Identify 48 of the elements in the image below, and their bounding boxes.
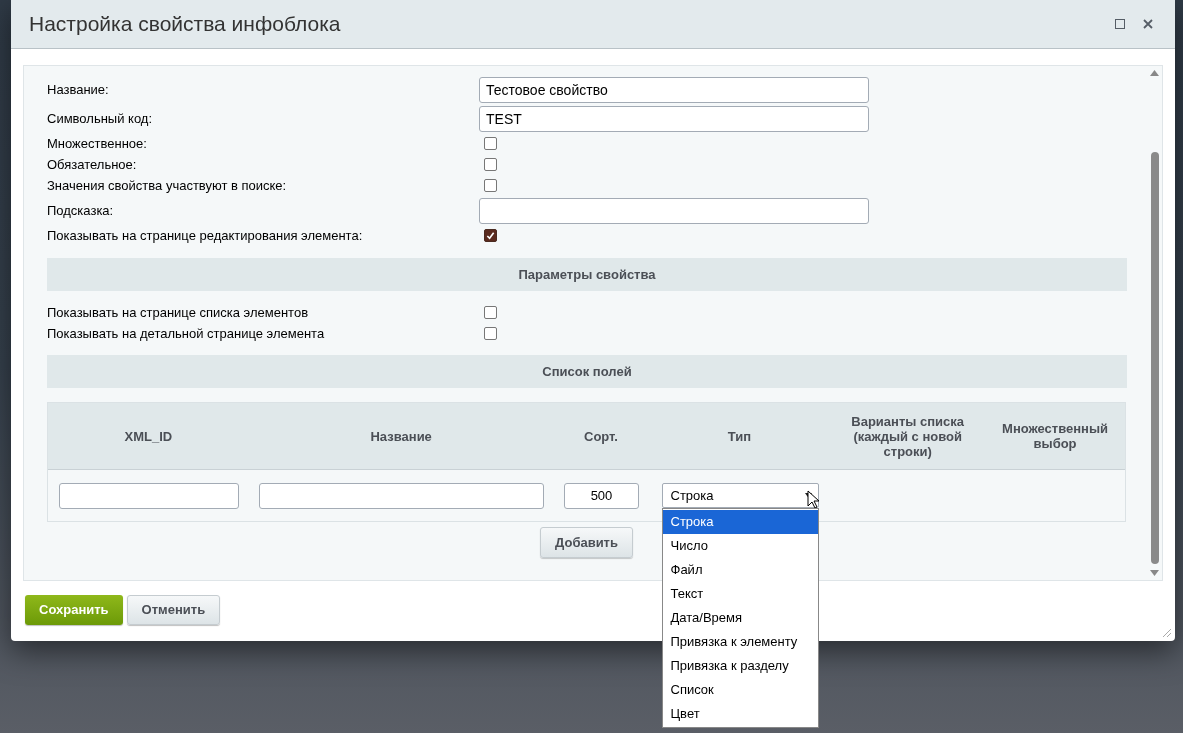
name-field[interactable] [259,482,544,509]
dropdown-option[interactable]: Число [662,534,818,558]
column-header: Множественный выбор [1001,421,1110,451]
field-label: Показывать на странице списка элементов [47,303,310,322]
close-icon[interactable] [1143,19,1153,29]
field-label: Значения свойства участвуют в поиске: [47,176,288,195]
section-header: Список полей [47,355,1127,388]
xml-id-field[interactable] [58,482,239,509]
dropdown-option[interactable]: Привязка к элементу [662,630,818,654]
dropdown-option[interactable]: Текст [662,582,818,606]
window-title: Настройка свойства инфоблока [29,11,342,38]
checkbox[interactable] [484,306,497,319]
checkbox[interactable] [484,179,497,192]
resize-grip-icon[interactable] [1162,628,1172,638]
add-button[interactable]: Добавить [540,527,633,558]
field-label: Множественное: [47,134,148,153]
scroll-up-icon[interactable] [1150,70,1159,76]
checkbox[interactable] [484,158,497,171]
dropdown-option[interactable]: Привязка к разделу [662,654,818,678]
cancel-button[interactable]: Отменить [126,595,221,625]
text-field[interactable] [479,197,869,224]
sort-field[interactable]: 500 [564,482,639,509]
checkmark-icon [486,231,495,240]
field-label: Показывать на детальной странице элемента [47,324,326,343]
dropdown-option[interactable]: Дата/Время [662,606,818,630]
scroll-down-icon[interactable] [1150,570,1159,576]
text-field[interactable]: Тестовое свойство [479,76,869,103]
column-header: Тип [726,428,752,444]
checkbox[interactable] [484,137,497,150]
dropdown-option[interactable]: Строка [662,510,818,534]
checkbox[interactable] [484,327,497,340]
maximize-button[interactable] [1115,19,1125,29]
type-select[interactable]: Строка [661,483,819,508]
column-header: Название [369,428,433,444]
dropdown-option[interactable]: Список [662,678,818,702]
field-label: Показывать на странице редактирования элемента: [47,226,364,245]
dropdown-option[interactable]: Цвет [662,702,818,726]
field-label: Символьный код: [47,109,154,128]
column-header: XML_ID [123,428,174,444]
checkbox[interactable] [484,229,497,242]
section-header: Параметры свойства [47,258,1127,291]
field-label: Название: [47,80,110,99]
text-field[interactable]: TEST [479,105,869,132]
field-label: Обязательное: [47,155,138,174]
column-header: Сорт. [583,428,619,444]
dropdown-option[interactable]: Файл [662,558,818,582]
column-header: Варианты списка (каждый с новой строки) [850,413,966,459]
field-label: Подсказка: [47,201,115,220]
